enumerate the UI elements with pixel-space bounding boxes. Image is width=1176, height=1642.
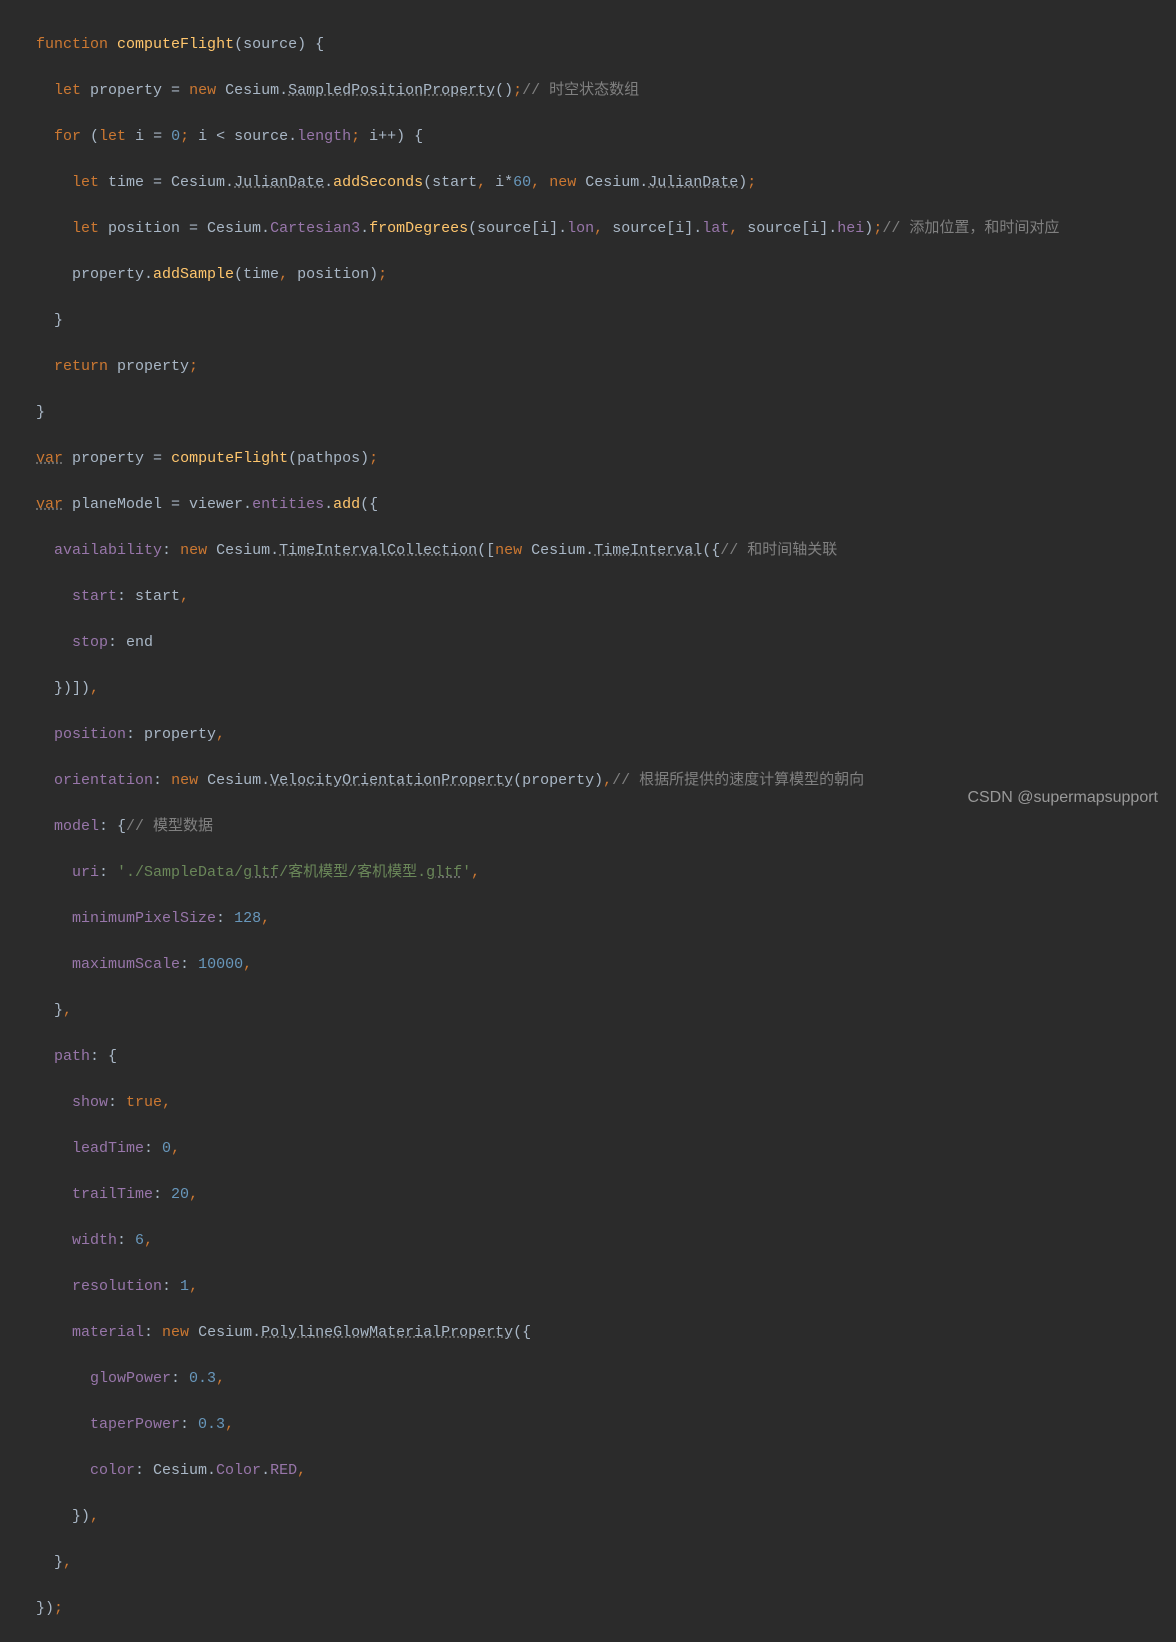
code-editor[interactable]: function computeFlight(source) { let pro…	[0, 10, 1176, 1642]
code-line: stop: end	[18, 631, 1176, 654]
code-line: });	[18, 1597, 1176, 1620]
code-line: minimumPixelSize: 128,	[18, 907, 1176, 930]
code-line: }	[18, 309, 1176, 332]
code-line: },	[18, 1551, 1176, 1574]
code-line: }),	[18, 1505, 1176, 1528]
code-line: function computeFlight(source) {	[18, 33, 1176, 56]
code-line: property.addSample(time, position);	[18, 263, 1176, 286]
code-line: leadTime: 0,	[18, 1137, 1176, 1160]
code-line: let time = Cesium.JulianDate.addSeconds(…	[18, 171, 1176, 194]
code-line: var planeModel = viewer.entities.add({	[18, 493, 1176, 516]
code-line: material: new Cesium.PolylineGlowMateria…	[18, 1321, 1176, 1344]
code-line: taperPower: 0.3,	[18, 1413, 1176, 1436]
code-line: position: property,	[18, 723, 1176, 746]
code-line: maximumScale: 10000,	[18, 953, 1176, 976]
code-line: for (let i = 0; i < source.length; i++) …	[18, 125, 1176, 148]
code-line: availability: new Cesium.TimeIntervalCol…	[18, 539, 1176, 562]
code-line: glowPower: 0.3,	[18, 1367, 1176, 1390]
code-line: uri: './SampleData/gltf/客机模型/客机模型.gltf',	[18, 861, 1176, 884]
code-line: color: Cesium.Color.RED,	[18, 1459, 1176, 1482]
code-line: }	[18, 401, 1176, 424]
code-line: resolution: 1,	[18, 1275, 1176, 1298]
watermark: CSDN @supermapsupport	[967, 786, 1158, 809]
code-line: model: {// 模型数据	[18, 815, 1176, 838]
code-line: trailTime: 20,	[18, 1183, 1176, 1206]
code-line: })]),	[18, 677, 1176, 700]
code-line: return property;	[18, 355, 1176, 378]
code-line: },	[18, 999, 1176, 1022]
code-line: let property = new Cesium.SampledPositio…	[18, 79, 1176, 102]
code-line: path: {	[18, 1045, 1176, 1068]
code-line: width: 6,	[18, 1229, 1176, 1252]
code-line: show: true,	[18, 1091, 1176, 1114]
code-line: var property = computeFlight(pathpos);	[18, 447, 1176, 470]
code-line: let position = Cesium.Cartesian3.fromDeg…	[18, 217, 1176, 240]
code-line: start: start,	[18, 585, 1176, 608]
